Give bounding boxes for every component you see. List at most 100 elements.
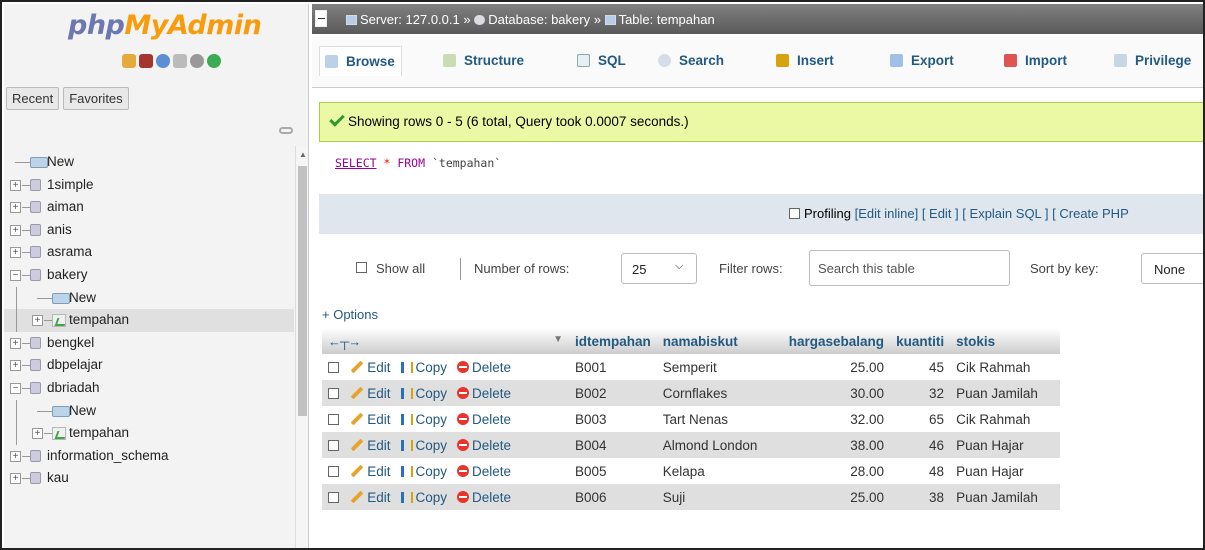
tree-item-label[interactable]: information_schema <box>47 445 169 467</box>
tab-privileges[interactable]: Privilege <box>1114 46 1191 76</box>
edit-row-button[interactable]: Edit <box>350 360 391 375</box>
cell-idtempahan[interactable]: B005 <box>569 458 657 484</box>
copy-row-button[interactable]: Copy <box>400 490 447 505</box>
tree-item-label[interactable]: tempahan <box>69 309 129 331</box>
cell-namabiskut[interactable]: Cornflakes <box>656 380 783 406</box>
expand-icon[interactable]: + <box>10 224 21 236</box>
tree-item-label[interactable]: bengkel <box>47 332 94 354</box>
tab-browse[interactable]: Browse <box>319 46 402 76</box>
cell-stokis[interactable]: Cik Rahmah <box>950 406 1061 432</box>
column-header-idtempahan[interactable]: idtempahan <box>569 328 657 354</box>
tree-item-kau[interactable]: + kau <box>4 467 294 490</box>
sidebar-scrollbar[interactable]: ▲ <box>295 146 308 548</box>
copy-row-button[interactable]: Copy <box>400 464 447 479</box>
cell-stokis[interactable]: Puan Jamilah <box>950 380 1061 406</box>
cell-stokis[interactable]: Puan Hajar <box>950 458 1061 484</box>
cell-idtempahan[interactable]: B002 <box>569 380 657 406</box>
cell-namabiskut[interactable]: Suji <box>656 484 783 510</box>
breadcrumb-database[interactable]: Database: bakery <box>488 12 590 27</box>
cell-stokis[interactable]: Cik Rahmah <box>950 354 1061 380</box>
cell-hargasebalang[interactable]: 38.00 <box>782 432 891 458</box>
cell-stokis[interactable]: Puan Hajar <box>950 432 1061 458</box>
tree-item-label[interactable]: tempahan <box>69 422 129 444</box>
row-checkbox[interactable] <box>328 439 339 451</box>
column-header-kuantiti[interactable]: kuantiti <box>890 328 951 354</box>
row-checkbox[interactable] <box>328 491 339 503</box>
tree-item-1simple[interactable]: +1simple <box>4 174 294 197</box>
tab-insert[interactable]: Insert <box>776 46 834 76</box>
row-checkbox[interactable] <box>328 413 339 425</box>
options-toggle[interactable]: + Options <box>322 307 378 322</box>
breadcrumb-server[interactable]: Server: 127.0.0.1 <box>360 12 460 27</box>
expand-icon[interactable]: + <box>10 473 21 485</box>
collapse-icon[interactable]: − <box>10 382 21 394</box>
create-php-link[interactable]: [ Create PHP <box>1052 206 1129 221</box>
tree-item-label[interactable]: 1simple <box>47 174 94 196</box>
tree-item-label[interactable]: asrama <box>47 241 92 263</box>
settings-icon[interactable] <box>190 54 204 68</box>
delete-row-button[interactable]: Delete <box>457 412 511 427</box>
tree-item-new[interactable]: New <box>4 286 294 310</box>
tree-item-information-schema[interactable]: + information_schema <box>4 445 294 468</box>
row-checkbox[interactable] <box>328 387 339 399</box>
delete-row-button[interactable]: Delete <box>457 360 511 375</box>
link-with-main-icon[interactable] <box>279 127 293 134</box>
phpmyadmin-logo[interactable]: phpMyAdmin <box>68 10 262 41</box>
cell-kuantiti[interactable]: 45 <box>890 354 951 380</box>
docs-icon[interactable] <box>156 54 170 68</box>
tab-search[interactable]: Search <box>658 46 724 76</box>
edit-row-button[interactable]: Edit <box>350 490 391 505</box>
explain-sql-link[interactable]: [ Explain SQL ] <box>962 206 1048 221</box>
expand-icon[interactable]: + <box>10 450 21 462</box>
tree-item-tempahan[interactable]: + tempahan <box>4 309 294 333</box>
show-all-checkbox[interactable] <box>356 262 367 273</box>
expand-icon[interactable]: + <box>32 315 43 327</box>
column-header-namabiskut[interactable]: namabiskut <box>656 328 783 354</box>
tree-item-new[interactable]: New <box>4 151 294 174</box>
cell-hargasebalang[interactable]: 28.00 <box>782 458 891 484</box>
cell-kuantiti[interactable]: 32 <box>890 380 951 406</box>
edit-row-button[interactable]: Edit <box>350 438 391 453</box>
expand-icon[interactable]: + <box>10 247 21 259</box>
home-icon[interactable] <box>122 54 136 68</box>
tree-item-aiman[interactable]: + aiman <box>4 196 294 219</box>
cell-idtempahan[interactable]: B003 <box>569 406 657 432</box>
tree-item-bengkel[interactable]: + bengkel <box>4 332 294 355</box>
reload-icon[interactable] <box>207 54 221 68</box>
sql-keyword-select[interactable]: SELECT <box>335 156 377 170</box>
row-checkbox[interactable] <box>328 361 339 373</box>
cell-kuantiti[interactable]: 48 <box>890 458 951 484</box>
expand-icon[interactable]: + <box>10 179 21 191</box>
tree-item-bakery[interactable]: − bakery <box>4 264 294 287</box>
tree-item-dbpelajar[interactable]: + dbpelajar <box>4 354 294 377</box>
cell-hargasebalang[interactable]: 25.00 <box>782 354 891 380</box>
profiling-checkbox[interactable] <box>789 208 800 219</box>
edit-row-button[interactable]: Edit <box>350 386 391 401</box>
column-header-hargasebalang[interactable]: hargasebalang <box>782 328 891 354</box>
tree-item-dbriadah[interactable]: − dbriadah <box>4 377 294 400</box>
tab-import[interactable]: Import <box>1004 46 1067 76</box>
cell-kuantiti[interactable]: 46 <box>890 432 951 458</box>
edit-row-button[interactable]: Edit <box>350 412 391 427</box>
copy-row-button[interactable]: Copy <box>400 438 447 453</box>
cell-namabiskut[interactable]: Kelapa <box>656 458 783 484</box>
column-arrows-icon[interactable]: ←┬→ <box>328 334 361 349</box>
cell-idtempahan[interactable]: B004 <box>569 432 657 458</box>
cell-stokis[interactable]: Puan Jamilah <box>950 484 1061 510</box>
filter-rows-input[interactable]: Search this table <box>809 250 1010 286</box>
cell-namabiskut[interactable]: Semperit <box>656 354 783 380</box>
cell-idtempahan[interactable]: B006 <box>569 484 657 510</box>
cell-kuantiti[interactable]: 65 <box>890 406 951 432</box>
cell-hargasebalang[interactable]: 30.00 <box>782 380 891 406</box>
breadcrumb-table[interactable]: Table: tempahan <box>619 12 715 27</box>
tree-item-anis[interactable]: + anis <box>4 219 294 242</box>
sort-by-key-select[interactable]: None <box>1141 253 1203 284</box>
logout-icon[interactable] <box>139 54 153 68</box>
sql-docs-icon[interactable] <box>173 54 187 68</box>
edit-link[interactable]: [ Edit ] <box>922 206 959 221</box>
column-header-stokis[interactable]: stokis <box>950 328 1061 354</box>
tree-item-label[interactable]: aiman <box>47 196 84 218</box>
edit-row-button[interactable]: Edit <box>350 464 391 479</box>
cell-kuantiti[interactable]: 38 <box>890 484 951 510</box>
delete-row-button[interactable]: Delete <box>457 464 511 479</box>
